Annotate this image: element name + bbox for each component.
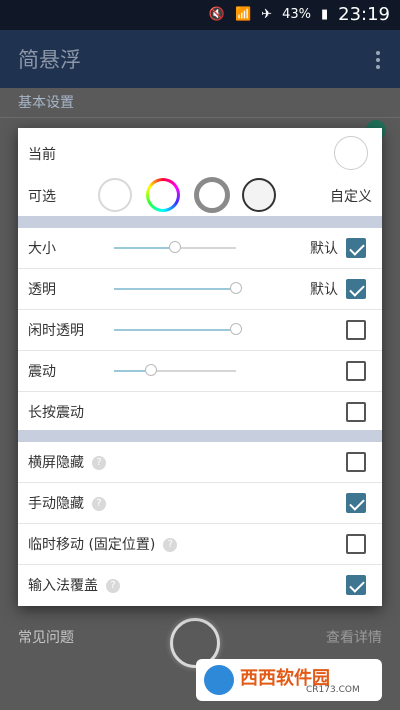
divider — [0, 117, 400, 118]
help-icon[interactable]: ? — [92, 456, 106, 470]
custom-button[interactable]: 自定义 — [330, 186, 372, 206]
vibrate-row: 震动 — [18, 351, 382, 391]
current-ball-preview — [334, 136, 368, 170]
transparency-label: 透明 — [28, 282, 56, 298]
ime-cover-row: 输入法覆盖? — [18, 565, 382, 605]
idle-transparency-checkbox[interactable] — [346, 320, 366, 340]
app-bar: 简悬浮 — [0, 30, 400, 88]
landscape-hide-label: 横屏隐藏 — [28, 455, 84, 471]
current-row: 当前 — [18, 134, 382, 174]
long-press-vibrate-row: 长按震动 — [18, 392, 382, 432]
slider-thumb[interactable] — [230, 323, 242, 335]
temp-move-label-wrap: 临时移动 (固定位置)? — [28, 534, 178, 554]
long-press-vibrate-checkbox[interactable] — [346, 402, 366, 422]
watermark-sub: CR173.COM — [306, 685, 360, 695]
slider-thumb[interactable] — [230, 282, 242, 294]
slider-thumb[interactable] — [169, 241, 181, 253]
clock: 23:19 — [338, 4, 390, 25]
manual-hide-label: 手动隐藏 — [28, 496, 84, 512]
transparency-default-label: 默认 — [310, 282, 338, 298]
vibrate-checkbox[interactable] — [346, 361, 366, 381]
ime-cover-label-wrap: 输入法覆盖? — [28, 575, 120, 595]
airplane-icon: ✈ — [261, 7, 273, 22]
landscape-hide-label-wrap: 横屏隐藏? — [28, 452, 106, 472]
optional-label: 可选 — [28, 189, 56, 205]
section-header: 基本设置 — [18, 95, 74, 111]
transparency-row: 透明 默认 — [18, 269, 382, 309]
idle-transparency-slider[interactable] — [114, 323, 242, 335]
watermark-logo-icon — [204, 665, 234, 695]
landscape-hide-row: 横屏隐藏? — [18, 442, 382, 482]
mute-icon: 🔇 — [208, 7, 225, 22]
battery-icon: ▮ — [320, 7, 329, 22]
section-band — [18, 216, 382, 228]
details-link[interactable]: 查看详情 — [326, 627, 382, 647]
landscape-hide-checkbox[interactable] — [346, 452, 366, 472]
ime-cover-label: 输入法覆盖 — [28, 578, 98, 594]
size-default-checkbox[interactable] — [346, 238, 366, 258]
section-band — [18, 430, 382, 442]
manual-hide-checkbox[interactable] — [346, 493, 366, 513]
temp-move-label: 临时移动 (固定位置) — [28, 537, 156, 553]
ime-cover-checkbox[interactable] — [346, 575, 366, 595]
slider-thumb[interactable] — [144, 364, 157, 376]
style-option-gray[interactable] — [194, 177, 230, 213]
wifi-icon: 📶 — [234, 7, 252, 22]
temp-move-row: 临时移动 (固定位置)? — [18, 524, 382, 564]
style-option-plain[interactable] — [98, 178, 132, 212]
optional-row: 可选 自定义 — [18, 176, 382, 216]
app-title: 简悬浮 — [18, 48, 81, 72]
style-option-dark[interactable] — [242, 178, 276, 212]
size-label: 大小 — [28, 241, 56, 257]
idle-transparency-label: 闲时透明 — [28, 323, 84, 339]
idle-transparency-row: 闲时透明 — [18, 310, 382, 350]
faq-label[interactable]: 常见问题 — [18, 627, 74, 647]
style-option-rainbow[interactable] — [146, 178, 180, 212]
vibrate-slider[interactable] — [114, 364, 236, 376]
help-icon[interactable]: ? — [92, 497, 106, 511]
battery-percent: 43% — [282, 7, 311, 22]
status-bar: 🔇 📶 ✈ 43% ▮ 23:19 — [0, 0, 400, 30]
help-icon[interactable]: ? — [106, 579, 120, 593]
help-icon[interactable]: ? — [163, 538, 178, 552]
size-default-label: 默认 — [310, 241, 338, 257]
transparency-default-checkbox[interactable] — [346, 279, 366, 299]
transparency-slider[interactable] — [114, 282, 242, 294]
vibrate-label: 震动 — [28, 364, 56, 380]
manual-hide-row: 手动隐藏? — [18, 483, 382, 523]
size-slider[interactable] — [114, 241, 236, 253]
overflow-menu-icon[interactable] — [376, 50, 382, 70]
temp-move-checkbox[interactable] — [346, 534, 366, 554]
watermark: 西西软件园 CR173.COM — [196, 659, 382, 701]
size-row: 大小 默认 — [18, 228, 382, 268]
current-label: 当前 — [28, 147, 56, 163]
manual-hide-label-wrap: 手动隐藏? — [28, 493, 106, 513]
long-press-vibrate-label: 长按震动 — [28, 405, 84, 421]
settings-dialog: 当前 可选 自定义 大小 默认 透明 默认 闲时透明 震动 长按震动 横屏隐藏 … — [18, 128, 382, 606]
